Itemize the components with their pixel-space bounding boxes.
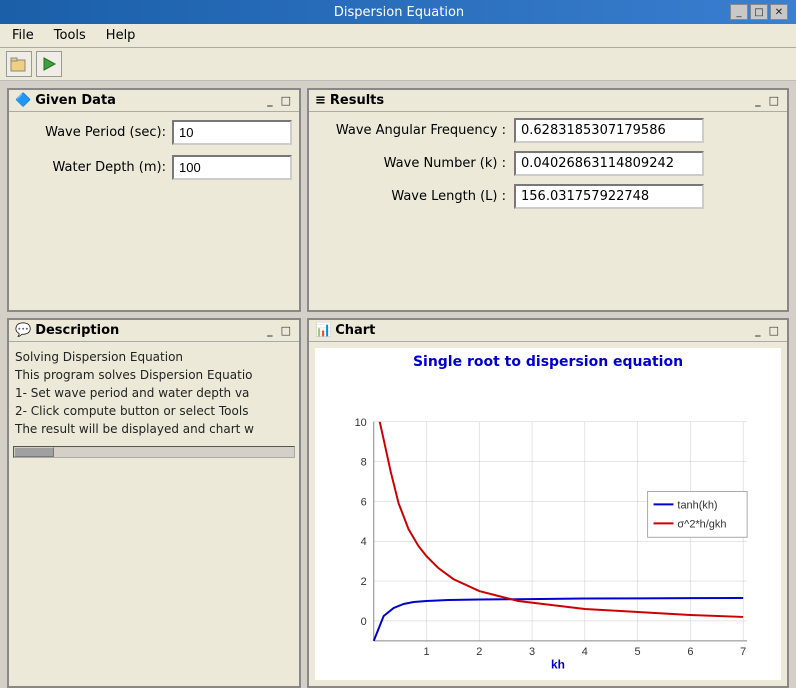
svg-text:8: 8 [361, 457, 367, 469]
close-button[interactable]: ✕ [770, 4, 788, 20]
open-button[interactable] [6, 51, 32, 77]
results-header: ≡ Results _ □ [309, 90, 787, 112]
window-title: Dispersion Equation [68, 5, 730, 20]
angfreq-label: Wave Angular Frequency : [319, 123, 514, 138]
svg-text:1: 1 [423, 646, 429, 658]
svg-text:3: 3 [529, 646, 535, 658]
results-title: Results [330, 93, 384, 108]
waveperiod-input[interactable] [172, 120, 292, 145]
run-button[interactable] [36, 51, 62, 77]
svg-text:0: 0 [361, 616, 367, 628]
waterdepth-input[interactable] [172, 155, 292, 180]
toolbar [0, 48, 796, 81]
chart-area: Single root to dispersion equation [315, 348, 781, 680]
y-axis: 0 2 4 6 8 10 [355, 417, 367, 628]
chart-minimize[interactable]: _ [753, 324, 763, 337]
results-content: Wave Angular Frequency : 0.6283185307179… [309, 112, 787, 223]
chart-icon: 📊 [315, 323, 331, 338]
desc-line-1: This program solves Dispersion Equatio [15, 366, 293, 384]
desc-line-3: 2- Click compute button or select Tools [15, 402, 293, 420]
given-data-maximize[interactable]: □ [279, 94, 293, 107]
given-data-header: 🔷 Given Data _ □ [9, 90, 299, 112]
scrollbar-thumb[interactable] [14, 447, 54, 457]
chart-panel: 📊 Chart _ □ Single root to dispersion eq… [307, 318, 789, 688]
svg-text:6: 6 [361, 496, 367, 508]
description-text: Solving Dispersion Equation This program… [9, 342, 299, 444]
svg-text:2: 2 [476, 646, 482, 658]
given-data-panel: 🔷 Given Data _ □ Wave Period (sec): Wate… [7, 88, 301, 312]
results-maximize[interactable]: □ [767, 94, 781, 107]
svg-text:4: 4 [582, 646, 588, 658]
wavelen-label: Wave Length (L) : [319, 189, 514, 204]
svg-text:2: 2 [361, 576, 367, 588]
wavenum-label: Wave Number (k) : [319, 156, 514, 171]
legend-box [648, 491, 748, 537]
angfreq-row: Wave Angular Frequency : 0.6283185307179… [319, 118, 777, 143]
given-data-title: Given Data [35, 93, 116, 108]
desc-line-0: Solving Dispersion Equation [15, 348, 293, 366]
waveperiod-label: Wave Period (sec): [17, 125, 172, 140]
waterdepth-row: Water Depth (m): [17, 155, 291, 180]
menu-file[interactable]: File [4, 26, 42, 45]
results-icon: ≡ [315, 93, 326, 108]
waterdepth-label: Water Depth (m): [17, 160, 172, 175]
minimize-button[interactable]: _ [730, 4, 748, 20]
title-bar: Dispersion Equation _ □ ✕ [0, 0, 796, 24]
given-data-icon: 🔷 [15, 93, 31, 108]
maximize-button[interactable]: □ [750, 4, 768, 20]
svg-text:4: 4 [361, 536, 367, 548]
menu-help[interactable]: Help [98, 26, 144, 45]
chart-svg: 0 2 4 6 8 10 1 2 3 4 5 6 7 [315, 372, 781, 671]
wavelen-row: Wave Length (L) : 156.031757922748 [319, 184, 777, 209]
menu-bar: File Tools Help [0, 24, 796, 48]
desc-minimize[interactable]: _ [265, 324, 275, 337]
results-panel: ≡ Results _ □ Wave Angular Frequency : 0… [307, 88, 789, 312]
menu-tools[interactable]: Tools [46, 26, 94, 45]
chart-title-label: Chart [335, 323, 375, 338]
svg-text:10: 10 [355, 417, 367, 429]
description-header: 💬 Description _ □ [9, 320, 299, 342]
x-axis: 1 2 3 4 5 6 7 [423, 646, 746, 658]
waveperiod-row: Wave Period (sec): [17, 120, 291, 145]
main-area: 🔷 Given Data _ □ Wave Period (sec): Wate… [0, 81, 796, 606]
svg-text:5: 5 [635, 646, 641, 658]
description-title: Description [35, 323, 119, 338]
tanh-curve [374, 598, 743, 641]
description-icon: 💬 [15, 323, 31, 338]
chart-main-title: Single root to dispersion equation [315, 348, 781, 372]
given-data-minimize[interactable]: _ [265, 94, 275, 107]
description-panel: 💬 Description _ □ Solving Dispersion Equ… [7, 318, 301, 688]
desc-line-2: 1- Set wave period and water depth va [15, 384, 293, 402]
wavelen-value: 156.031757922748 [514, 184, 704, 209]
wavenum-value: 0.04026863114809242 [514, 151, 704, 176]
svg-text:7: 7 [740, 646, 746, 658]
desc-line-5: The result will be displayed and chart w [15, 420, 293, 438]
legend-tanh-label: tanh(kh) [677, 499, 717, 511]
chart-maximize[interactable]: □ [767, 324, 781, 337]
wavenum-row: Wave Number (k) : 0.04026863114809242 [319, 151, 777, 176]
svg-text:6: 6 [687, 646, 693, 658]
results-minimize[interactable]: _ [753, 94, 763, 107]
description-scrollbar[interactable] [13, 446, 295, 458]
desc-maximize[interactable]: □ [279, 324, 293, 337]
chart-header: 📊 Chart _ □ [309, 320, 787, 342]
x-axis-label: kh [551, 658, 565, 671]
legend-sigma-label: σ^2*h/gkh [677, 518, 726, 530]
angfreq-value: 0.6283185307179586 [514, 118, 704, 143]
